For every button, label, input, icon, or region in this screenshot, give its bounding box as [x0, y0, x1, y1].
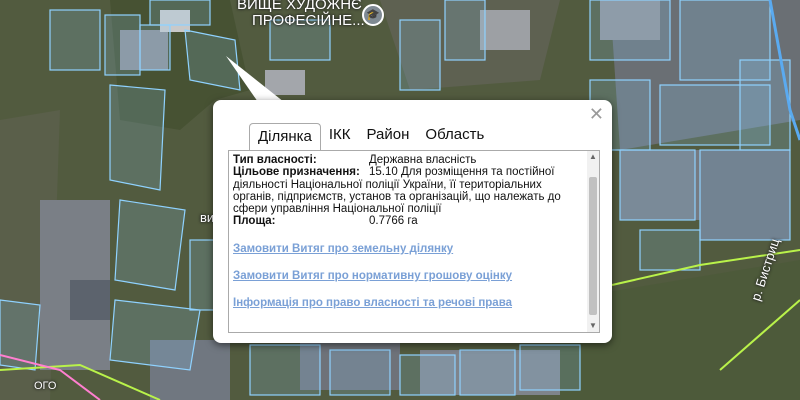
purpose-value-1: 15.10 Для розміщення та постійної — [369, 166, 555, 179]
popup-tabs: Ділянка ІКК Район Область — [249, 122, 492, 151]
scroll-up-icon[interactable]: ▲ — [587, 151, 599, 163]
purpose-value-3: органів, підприємств, установ та організ… — [233, 190, 561, 203]
school-icon[interactable]: 🎓 — [362, 4, 384, 26]
purpose-row: Цільове призначення: 15.10 Для розміщенн… — [233, 166, 579, 178]
order-land-extract-link[interactable]: Замовити Витяг про земельну ділянку — [233, 243, 579, 255]
tab-region[interactable]: Область — [417, 122, 492, 150]
ownership-row: Тип власності: Державна власність — [233, 154, 579, 166]
ownership-rights-info-link[interactable]: Інформація про право власності та речові… — [233, 297, 579, 309]
parcel-info-popup: ✕ Ділянка ІКК Район Область Тип власност… — [213, 100, 612, 343]
popup-pointer — [226, 56, 284, 102]
ownership-value: Державна власність — [369, 154, 477, 166]
purpose-value-4: сфери управління Національної поліції — [233, 203, 442, 216]
order-valuation-extract-link[interactable]: Замовити Витяг про нормативну грошову оц… — [233, 270, 579, 282]
parcel-details: Тип власності: Державна власність Цільов… — [233, 154, 579, 310]
area-value: 0.7766 га — [369, 215, 418, 228]
tab-ikk[interactable]: ІКК — [321, 122, 359, 150]
tab-parcel[interactable]: Ділянка — [249, 123, 321, 151]
purpose-label: Цільове призначення: — [233, 166, 360, 179]
panel-scrollbar[interactable]: ▲ ▼ — [587, 151, 599, 332]
area-row: Площа: 0.7766 га — [233, 215, 579, 227]
parcel-details-panel[interactable]: Тип власності: Державна власність Цільов… — [228, 150, 600, 333]
ownership-label: Тип власності: — [233, 154, 317, 166]
purpose-value-2: діяльності Національної поліції України,… — [233, 178, 542, 191]
tab-district[interactable]: Район — [359, 122, 418, 150]
scroll-thumb[interactable] — [589, 177, 597, 315]
close-icon[interactable]: ✕ — [589, 105, 604, 123]
area-label: Площа: — [233, 215, 276, 228]
scroll-down-icon[interactable]: ▼ — [587, 320, 599, 332]
map-street-fragment-2: ОГО — [34, 380, 57, 392]
map-place-label-2: ПРОФЕСІЙНЕ... — [252, 12, 365, 29]
